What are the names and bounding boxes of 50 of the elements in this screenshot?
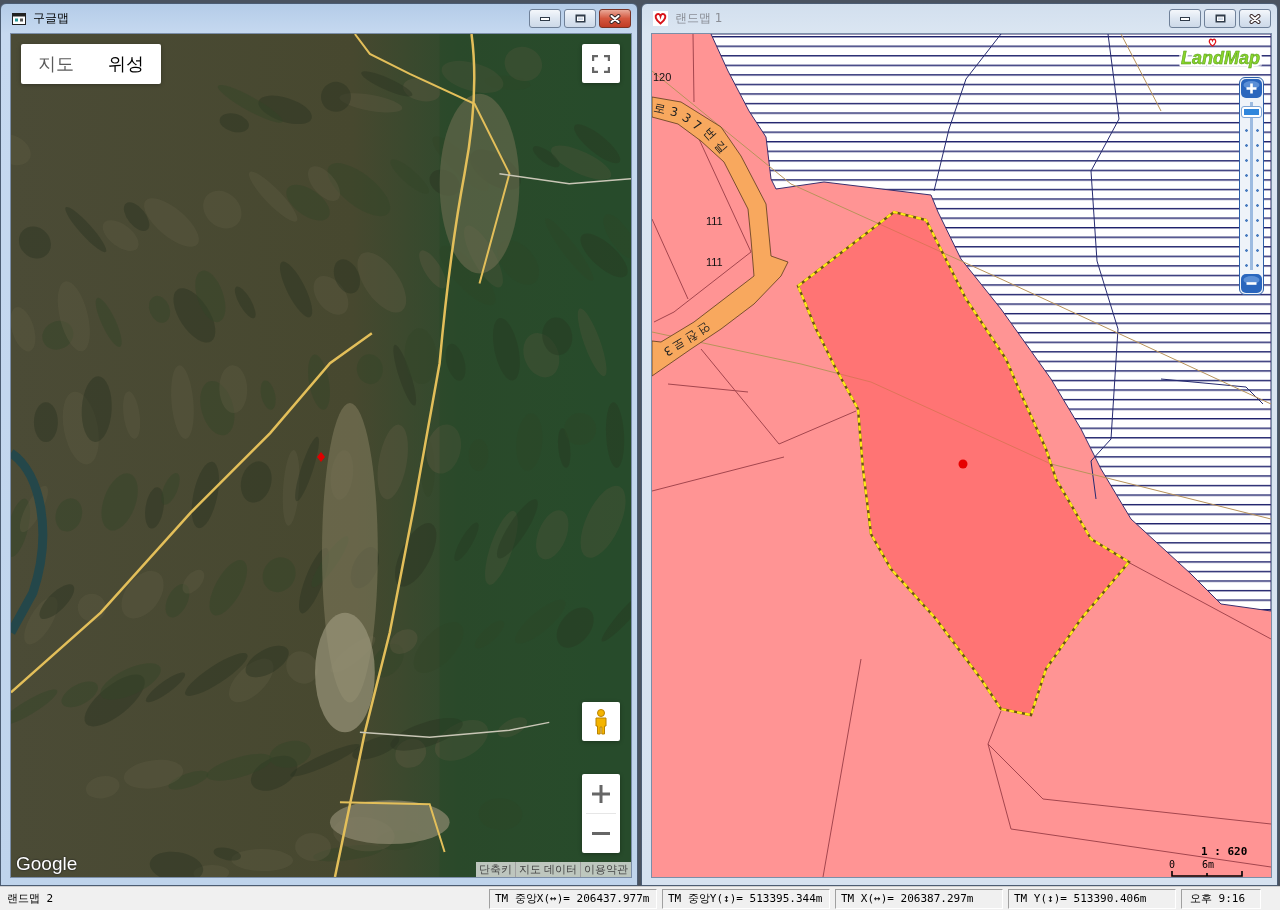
minimize-icon: [540, 16, 550, 21]
window-title: 랜드맵 1: [675, 10, 724, 27]
maximize-icon: [574, 14, 586, 23]
zoom-out-button[interactable]: [1241, 274, 1262, 293]
maximize-icon: [1214, 14, 1226, 23]
scale-end-label: 6m: [1202, 859, 1215, 870]
plus-icon: [592, 784, 610, 803]
marker-icon: [317, 452, 325, 462]
zoom-in-button[interactable]: [1241, 79, 1262, 98]
status-clock: 오후 9:16: [1181, 888, 1261, 909]
fullscreen-icon: [592, 54, 610, 73]
location-dot-icon: [958, 459, 968, 469]
map-logo: Google: [16, 854, 78, 873]
lot-number-label: 111: [706, 215, 723, 227]
plus-icon: [1241, 79, 1262, 98]
landmap-logo: LandMap: [1179, 49, 1262, 67]
person-button[interactable]: [582, 702, 620, 741]
status-field: TM 중앙Y(↕)= 513395.344m: [662, 888, 830, 909]
status-field: TM X(↔)= 206387.297m: [835, 888, 1003, 909]
lot-number-label: 120: [653, 71, 672, 83]
heart-icon: [653, 11, 668, 26]
zoom-slider-thumb[interactable]: [1242, 106, 1261, 117]
scale-ratio: 1 : 620: [1201, 845, 1248, 858]
window-title: 구글맵: [33, 10, 70, 27]
maximize-button[interactable]: [1204, 9, 1236, 28]
heart-icon: [1208, 38, 1217, 47]
map-type-tab[interactable]: 지도: [21, 44, 91, 84]
close-icon: [1249, 13, 1261, 24]
close-button[interactable]: [599, 9, 631, 28]
map-type-tab[interactable]: 위성: [91, 44, 161, 84]
minus-icon: [1241, 274, 1262, 293]
minimize-button[interactable]: [1169, 9, 1201, 28]
map-footer-link[interactable]: 지도 데이터: [514, 862, 580, 877]
close-icon: [609, 13, 621, 24]
fullscreen-button[interactable]: [582, 44, 620, 83]
minus-icon: [592, 832, 610, 835]
minimize-button[interactable]: [529, 9, 561, 28]
map-footer-link[interactable]: 이용약관: [580, 862, 631, 877]
window-icon: [12, 12, 26, 25]
person-icon: [594, 708, 608, 735]
status-field: TM 중앙X(↔)= 206437.977m: [489, 888, 657, 909]
minimize-icon: [1180, 16, 1190, 21]
scale-start-label: 0: [1169, 859, 1176, 870]
lot-number-label: 111: [706, 256, 723, 268]
scale-bar: [1171, 871, 1243, 877]
close-button[interactable]: [1239, 9, 1271, 28]
map-footer-link[interactable]: 단축키: [475, 862, 515, 877]
status-field: TM Y(↕)= 513390.406m: [1008, 888, 1176, 909]
maximize-button[interactable]: [564, 9, 596, 28]
status-text: 랜드맵 2: [6, 891, 55, 906]
